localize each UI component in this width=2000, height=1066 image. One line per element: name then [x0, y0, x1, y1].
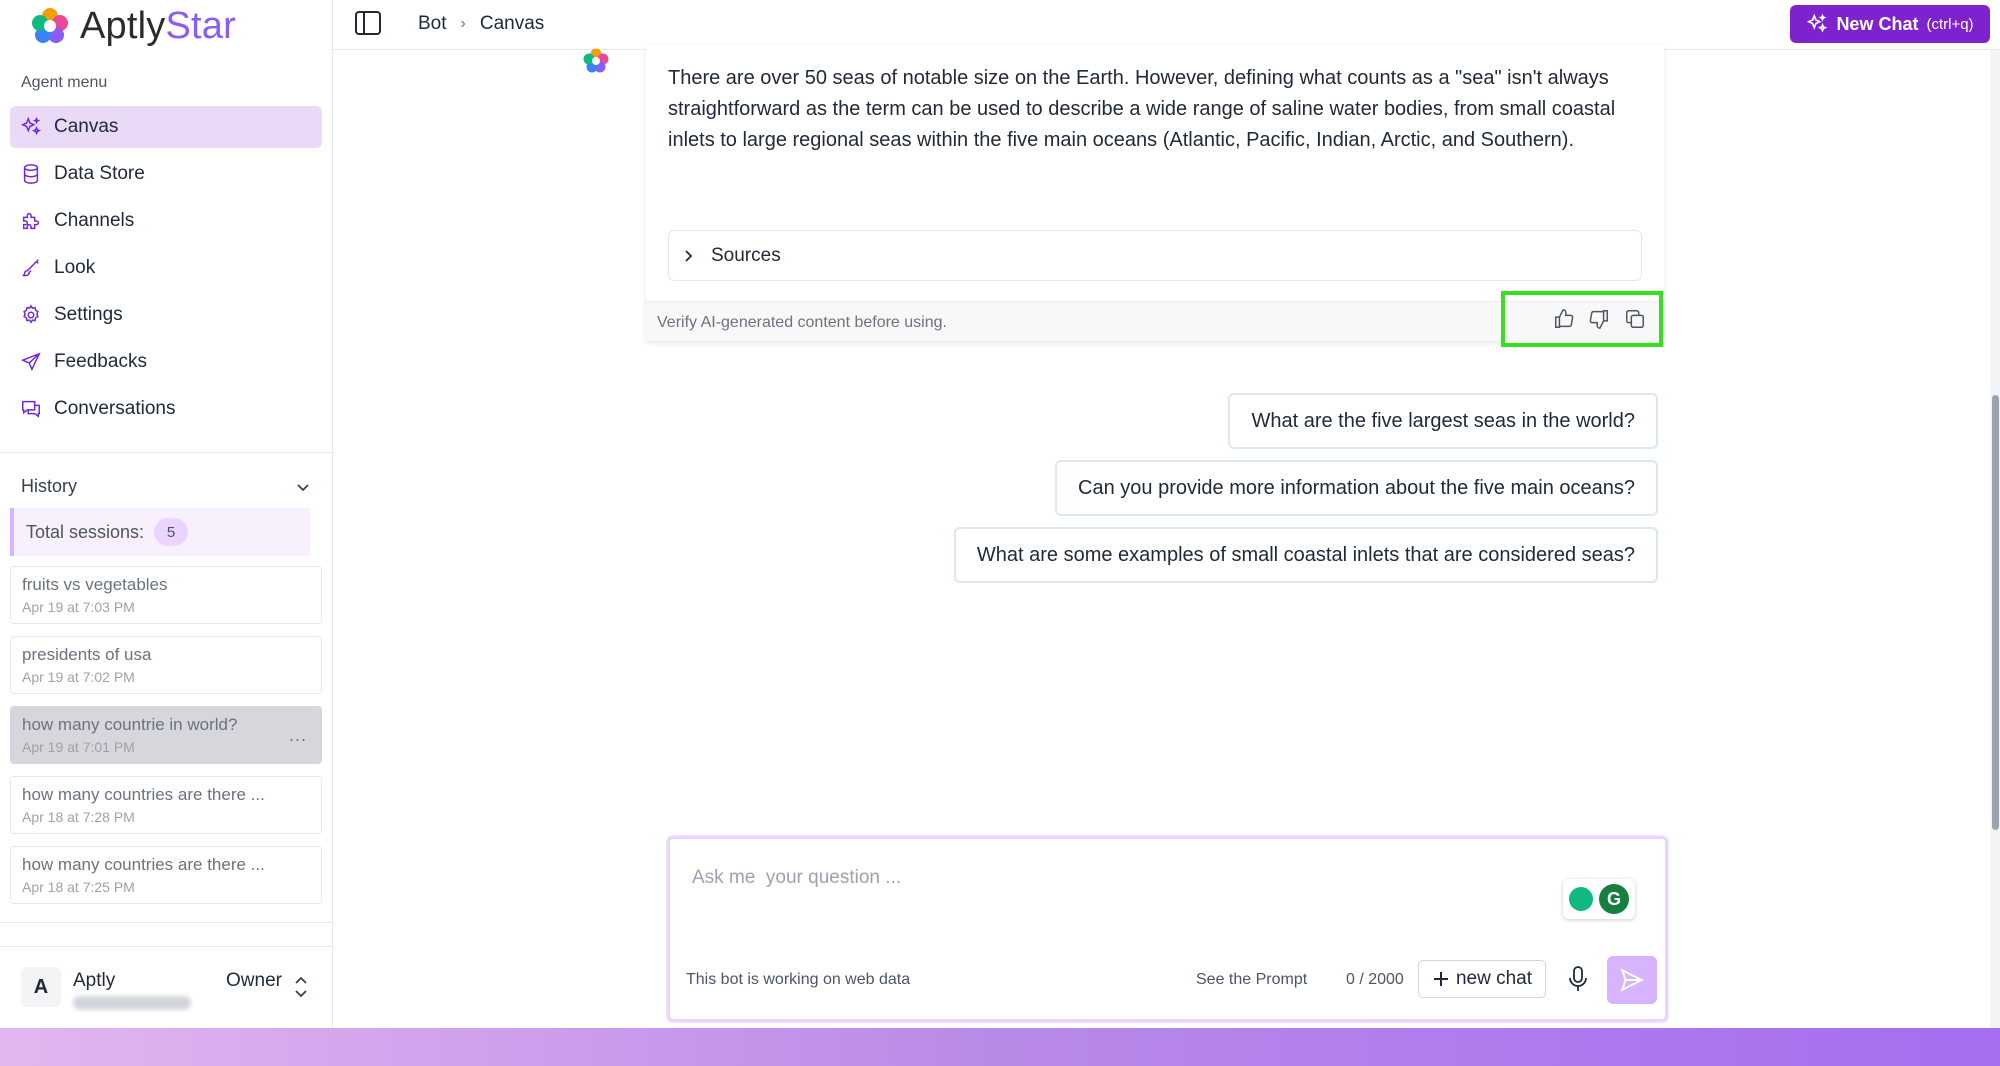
- history-list: fruits vs vegetables Apr 19 at 7:03 PM p…: [10, 566, 322, 916]
- thumbs-down-icon[interactable]: [1588, 308, 1610, 330]
- chevron-right-icon: [685, 249, 693, 262]
- answer-actions: [1501, 291, 1663, 347]
- sidebar: AptlyStar Agent menu Canvas Data Store C…: [0, 0, 333, 1028]
- history-item[interactable]: fruits vs vegetables Apr 19 at 7:03 PM: [10, 566, 322, 624]
- question-input[interactable]: [692, 867, 1572, 889]
- sidebar-item-label: Conversations: [54, 398, 176, 419]
- sparkles-icon: [20, 116, 42, 136]
- sidebar-item-label: Channels: [54, 210, 135, 231]
- history-item-title: how many countrie in world?: [22, 715, 238, 734]
- history-title: History: [21, 476, 78, 496]
- new-chat-shortcut-hint: (ctrl+q): [1926, 15, 1974, 33]
- history-item-time: Apr 18 at 7:25 PM: [22, 879, 135, 895]
- chevron-down-icon[interactable]: [295, 479, 311, 495]
- browser-extension-icons: G: [1563, 879, 1635, 919]
- sidebar-item-label: Feedbacks: [54, 351, 147, 372]
- sparkles-icon: [1807, 13, 1828, 33]
- new-chat-top-label: New Chat: [1836, 13, 1919, 34]
- sources-label: Sources: [711, 244, 781, 266]
- history-item-title: fruits vs vegetables: [22, 575, 168, 594]
- plus-icon: [1433, 972, 1448, 986]
- sources-accordion[interactable]: Sources: [668, 230, 1642, 281]
- grammarly-icon[interactable]: G: [1599, 884, 1629, 914]
- sidebar-item-label: Look: [54, 257, 96, 278]
- breadcrumb-canvas: Canvas: [479, 13, 545, 34]
- chat-icon: [22, 400, 40, 418]
- user-name: Aptly: [73, 970, 116, 991]
- history-item-title: how many countries are there ...: [22, 855, 265, 874]
- lightbulb-icon[interactable]: [1569, 887, 1593, 911]
- chevron-up-down-icon[interactable]: [293, 974, 309, 1000]
- send-button[interactable]: [1607, 956, 1657, 1004]
- user-account-switcher[interactable]: A Aptly Owner: [21, 962, 316, 1014]
- avatar: A: [21, 967, 61, 1007]
- total-sessions-label: Total sessions:: [26, 521, 145, 542]
- send-icon: [20, 352, 41, 372]
- new-chat-button[interactable]: new chat: [1418, 960, 1546, 998]
- brush-icon: [22, 259, 39, 277]
- sidebar-item-look[interactable]: Look: [10, 247, 322, 289]
- see-prompt-link[interactable]: See the Prompt: [1196, 971, 1307, 989]
- history-item-time: Apr 18 at 7:28 PM: [22, 809, 135, 825]
- sidebar-divider: [0, 452, 333, 453]
- thumbs-up-icon[interactable]: [1553, 308, 1575, 330]
- brand-name: AptlyStar: [80, 4, 236, 47]
- send-icon: [1620, 968, 1644, 992]
- sidebar-item-conversations[interactable]: Conversations: [10, 388, 322, 430]
- sidebar-item-data-store[interactable]: Data Store: [10, 153, 322, 195]
- history-item[interactable]: how many countrie in world? Apr 19 at 7:…: [10, 706, 322, 764]
- character-count: 0 / 2000: [1346, 971, 1404, 988]
- bot-avatar-icon: [583, 48, 609, 73]
- sidebar-item-label: Canvas: [54, 116, 119, 137]
- answer-text: There are over 50 seas of notable size o…: [668, 67, 1616, 151]
- sidebar-item-canvas[interactable]: Canvas: [10, 106, 322, 148]
- microphone-icon[interactable]: [1565, 965, 1591, 993]
- top-bar: Bot › Canvas New Chat (ctrl+q): [333, 0, 2000, 50]
- suggested-question[interactable]: Can you provide more information about t…: [1055, 460, 1658, 516]
- aptlystar-logo-icon: [32, 8, 68, 43]
- puzzle-icon: [22, 212, 40, 230]
- chevron-right-icon: ›: [460, 15, 466, 32]
- history-header[interactable]: History: [21, 476, 311, 497]
- user-email-redacted: [73, 996, 191, 1010]
- sidebar-divider: [0, 946, 333, 947]
- sidebar-divider: [0, 922, 333, 923]
- new-chat-top-button[interactable]: New Chat (ctrl+q): [1790, 5, 1990, 43]
- chat-composer: G This bot is working on web data See th…: [667, 836, 1668, 1022]
- new-chat-label: new chat: [1455, 968, 1533, 989]
- sidebar-toggle-icon[interactable]: [354, 9, 382, 37]
- gear-icon: [23, 304, 39, 324]
- suggested-question[interactable]: What are some examples of small coastal …: [953, 527, 1658, 583]
- history-item-title: presidents of usa: [22, 645, 152, 664]
- bottom-gradient-band: [0, 1028, 2000, 1066]
- brand[interactable]: AptlyStar: [30, 3, 236, 49]
- agent-menu-label: Agent menu: [21, 74, 108, 91]
- sidebar-item-label: Data Store: [54, 163, 145, 184]
- sidebar-item-feedbacks[interactable]: Feedbacks: [10, 341, 322, 383]
- breadcrumb: Bot › Canvas: [418, 13, 544, 35]
- database-icon: [23, 164, 39, 184]
- history-item[interactable]: how many countries are there ... Apr 18 …: [10, 846, 322, 904]
- bot-data-status: This bot is working on web data: [686, 971, 911, 988]
- total-sessions: Total sessions: 5: [10, 508, 310, 556]
- user-role: Owner: [226, 970, 282, 991]
- sessions-count-badge: 5: [154, 518, 189, 546]
- history-item[interactable]: presidents of usa Apr 19 at 7:02 PM: [10, 636, 322, 694]
- sidebar-item-channels[interactable]: Channels: [10, 200, 322, 242]
- ai-disclaimer: Verify AI-generated content before using…: [657, 314, 947, 331]
- history-item-time: Apr 19 at 7:03 PM: [22, 599, 135, 615]
- history-item-time: Apr 19 at 7:02 PM: [22, 669, 135, 685]
- sidebar-item-label: Settings: [54, 304, 123, 325]
- more-options-icon[interactable]: ...: [289, 725, 307, 746]
- scrollbar-thumb[interactable]: [1992, 395, 1999, 830]
- breadcrumb-bot[interactable]: Bot: [418, 13, 447, 35]
- suggested-question[interactable]: What are the five largest seas in the wo…: [1228, 393, 1658, 449]
- agent-menu: Canvas Data Store Channels Look Settings…: [10, 106, 322, 435]
- sidebar-item-settings[interactable]: Settings: [10, 294, 322, 336]
- history-item-time: Apr 19 at 7:01 PM: [22, 739, 135, 755]
- history-item-title: how many countries are there ...: [22, 785, 265, 804]
- history-item[interactable]: how many countries are there ... Apr 18 …: [10, 776, 322, 834]
- copy-icon[interactable]: [1624, 308, 1646, 330]
